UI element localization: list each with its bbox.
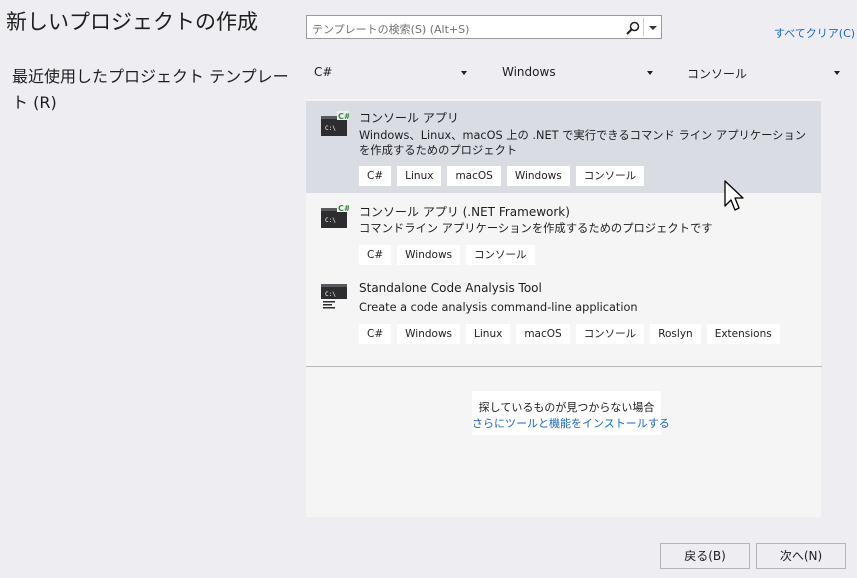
tag: macOS	[447, 166, 501, 186]
tag: Extensions	[706, 324, 780, 344]
tag: C#	[359, 245, 392, 265]
template-tags: C# Windows Linux macOS コンソール Roslyn Exte…	[359, 324, 780, 344]
next-button[interactable]: 次へ(N)	[756, 543, 846, 569]
svg-text:C#: C#	[338, 112, 349, 121]
tag: Windows	[397, 324, 461, 344]
tag: Linux	[466, 324, 511, 344]
template-description: コマンドライン アプリケーションを作成するためのプロジェクトです	[359, 222, 713, 235]
tag: コンソール	[575, 324, 645, 344]
code-analysis-tool-icon: C:\	[321, 284, 347, 309]
chevron-down-icon	[647, 71, 653, 75]
chevron-down-icon	[461, 71, 467, 75]
tag: Windows	[397, 245, 461, 265]
search-input[interactable]: テンプレートの検索(S) (Alt+S)	[312, 21, 469, 37]
not-found-text: 探しているものが見つからない場合	[478, 401, 655, 414]
svg-text:C:\: C:\	[325, 125, 336, 132]
template-list: C:\ C# コンソール アプリ Windows、Linux、macOS 上の …	[306, 99, 822, 517]
template-name: コンソール アプリ (.NET Framework)	[359, 205, 570, 219]
template-item-code-analysis-tool[interactable]: C:\ Standalone Code Analysis Tool Create…	[306, 273, 821, 355]
search-divider	[643, 18, 644, 36]
platform-filter[interactable]: Windows	[495, 61, 659, 83]
page-title: 新しいプロジェクトの作成	[6, 10, 258, 34]
tag: C#	[359, 324, 392, 344]
svg-text:C:\: C:\	[325, 217, 336, 224]
tag: Linux	[397, 166, 442, 186]
not-found-box: 探しているものが見つからない場合 さらにツールと機能をインストールする	[472, 391, 670, 435]
tag: C#	[359, 166, 392, 186]
template-description: Windows、Linux、macOS 上の .NET で実行できるコマンド ラ…	[359, 129, 807, 157]
console-app-icon: C:\ C#	[321, 203, 349, 228]
mouse-pointer-icon	[724, 180, 744, 211]
template-tags: C# Windows コンソール	[359, 245, 535, 265]
search-icon[interactable]	[625, 20, 641, 36]
recent-templates-heading: 最近使用したプロジェクト テンプレート (R)	[12, 67, 289, 112]
search-options-dropdown[interactable]	[649, 26, 657, 30]
svg-text:C#: C#	[338, 204, 349, 213]
install-more-tools-link[interactable]: さらにツールと機能をインストールする	[472, 415, 670, 431]
tag: コンソール	[466, 245, 535, 265]
template-search-box[interactable]: テンプレートの検索(S) (Alt+S)	[306, 15, 662, 39]
console-app-icon: C:\ C#	[321, 111, 349, 136]
tag: Roslyn	[650, 324, 701, 344]
list-divider	[306, 366, 822, 367]
template-name: コンソール アプリ	[359, 111, 459, 125]
tag: macOS	[516, 324, 570, 344]
template-tags: C# Linux macOS Windows コンソール	[359, 166, 645, 186]
svg-text:C:\: C:\	[325, 291, 336, 298]
back-button[interactable]: 戻る(B)	[660, 543, 750, 569]
language-filter[interactable]: C#	[307, 61, 473, 83]
tag: コンソール	[575, 166, 645, 186]
tag: Windows	[506, 166, 570, 186]
template-name: Standalone Code Analysis Tool	[359, 281, 542, 295]
project-type-filter[interactable]: コンソール	[680, 61, 846, 83]
template-description: Create a code analysis command-line appl…	[359, 301, 638, 314]
clear-all-link[interactable]: すべてクリア(C)	[774, 25, 855, 41]
chevron-down-icon	[834, 71, 840, 75]
